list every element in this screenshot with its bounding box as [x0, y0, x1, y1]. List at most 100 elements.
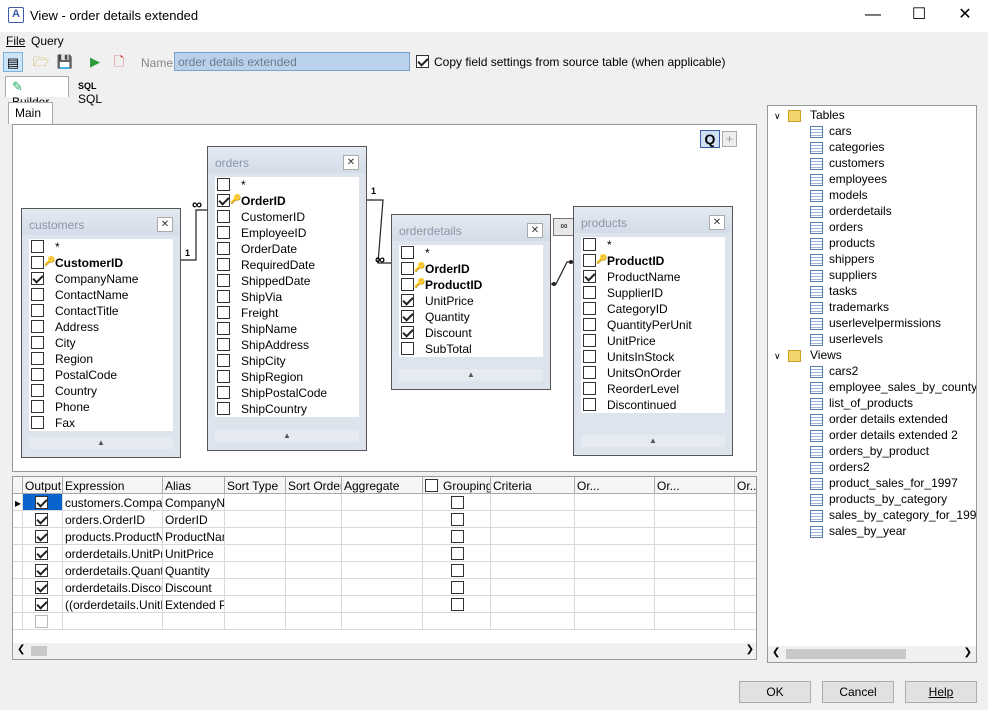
column-header[interactable]: Criteria: [491, 477, 575, 494]
grid-cell[interactable]: [423, 613, 491, 630]
grid-cell[interactable]: [23, 545, 63, 562]
field-row[interactable]: CompanyName: [29, 271, 173, 287]
field-checkbox[interactable]: [401, 326, 414, 339]
scroll-left-icon[interactable]: ❮: [772, 647, 780, 658]
row-selector[interactable]: [13, 511, 23, 528]
field-checkbox[interactable]: [31, 240, 44, 253]
output-checkbox[interactable]: [35, 581, 48, 594]
field-row[interactable]: Discontinued: [581, 397, 725, 413]
scroll-left-icon[interactable]: ❮: [17, 644, 25, 655]
cancel-button[interactable]: Cancel: [822, 681, 894, 703]
grid-cell[interactable]: [286, 596, 342, 613]
tree-table-item[interactable]: employees: [829, 172, 887, 188]
grid-cell[interactable]: [655, 579, 735, 596]
grid-cell[interactable]: [575, 528, 655, 545]
field-row[interactable]: UnitPrice: [581, 333, 725, 349]
grid-cell[interactable]: [491, 613, 575, 630]
field-checkbox[interactable]: [217, 402, 230, 415]
field-checkbox[interactable]: [583, 366, 596, 379]
field-checkbox[interactable]: [583, 238, 596, 251]
grid-cell[interactable]: [225, 596, 286, 613]
tree-view-item[interactable]: products_by_category: [829, 492, 947, 508]
column-header[interactable]: Sort Type: [225, 477, 286, 494]
grid-cell[interactable]: [163, 613, 225, 630]
grid-cell[interactable]: [491, 562, 575, 579]
horizontal-scrollbar[interactable]: ❮ ❯: [13, 643, 756, 659]
field-checkbox[interactable]: [31, 368, 44, 381]
scroll-up-icon[interactable]: ▲: [399, 369, 543, 381]
field-row[interactable]: ContactName: [29, 287, 173, 303]
tree-view-item[interactable]: employee_sales_by_county_for: [829, 380, 976, 396]
grid-cell[interactable]: [735, 494, 756, 511]
grid-cell[interactable]: [342, 511, 423, 528]
field-row[interactable]: 🔑 ProductID: [399, 277, 543, 293]
table-orders[interactable]: orders ✕ * 🔑 OrderID CustomerID EmployeeID Ord…: [207, 146, 367, 451]
grid-cell[interactable]: [423, 511, 491, 528]
field-checkbox[interactable]: [31, 384, 44, 397]
grid-cell[interactable]: [735, 562, 756, 579]
tree-view-item[interactable]: orders_by_product: [829, 444, 929, 460]
column-header[interactable]: Alias: [163, 477, 225, 494]
grid-cell[interactable]: [423, 528, 491, 545]
field-checkbox[interactable]: [583, 302, 596, 315]
help-button[interactable]: Help: [905, 681, 977, 703]
grid-cell[interactable]: [286, 494, 342, 511]
grid-cell[interactable]: [735, 528, 756, 545]
grouping-checkbox[interactable]: [451, 581, 464, 594]
grid-cell[interactable]: [575, 613, 655, 630]
grid-cell[interactable]: ((orderdetails.UnitPrice: [63, 596, 163, 613]
field-checkbox[interactable]: [217, 338, 230, 351]
column-header[interactable]: Grouping: [423, 477, 491, 494]
field-row[interactable]: CustomerID: [215, 209, 359, 225]
tree-table-item[interactable]: userlevelpermissions: [829, 316, 941, 332]
field-checkbox[interactable]: [583, 398, 596, 411]
grid-cell[interactable]: [225, 613, 286, 630]
close-icon[interactable]: ✕: [343, 155, 359, 170]
grid-cell[interactable]: [423, 596, 491, 613]
tree-view-item[interactable]: order details extended: [829, 412, 948, 428]
grid-cell[interactable]: [735, 613, 756, 630]
output-checkbox[interactable]: [35, 547, 48, 560]
field-row[interactable]: 🔑 OrderID: [215, 193, 359, 209]
field-row[interactable]: RequiredDate: [215, 257, 359, 273]
object-tree[interactable]: ∨ Tables cars categories customers employees m…: [767, 105, 977, 663]
grouping-checkbox[interactable]: [451, 496, 464, 509]
field-checkbox[interactable]: [217, 290, 230, 303]
scroll-up-icon[interactable]: ▲: [29, 437, 173, 449]
tree-view-item[interactable]: orders2: [829, 460, 870, 476]
field-row[interactable]: 🔑 CustomerID: [29, 255, 173, 271]
grid-cell[interactable]: [23, 528, 63, 545]
field-checkbox[interactable]: [583, 350, 596, 363]
field-checkbox[interactable]: [401, 310, 414, 323]
field-row[interactable]: Fax: [29, 415, 173, 431]
grid-cell[interactable]: [575, 562, 655, 579]
field-checkbox[interactable]: [583, 270, 596, 283]
field-checkbox[interactable]: [401, 342, 414, 355]
field-checkbox[interactable]: [217, 242, 230, 255]
output-checkbox[interactable]: [35, 564, 48, 577]
scroll-thumb[interactable]: [31, 646, 47, 656]
field-checkbox[interactable]: [401, 246, 414, 259]
field-checkbox[interactable]: [217, 354, 230, 367]
grid-cell[interactable]: [575, 511, 655, 528]
field-row[interactable]: ShipAddress: [215, 337, 359, 353]
grid-cell[interactable]: [286, 545, 342, 562]
output-checkbox[interactable]: [35, 598, 48, 611]
tree-table-item[interactable]: suppliers: [829, 268, 877, 284]
field-checkbox[interactable]: [401, 278, 414, 291]
grid-cell[interactable]: [655, 545, 735, 562]
grid-cell[interactable]: [491, 494, 575, 511]
grid-cell[interactable]: [491, 596, 575, 613]
grid-cell[interactable]: [735, 545, 756, 562]
column-header[interactable]: Or...: [735, 477, 756, 494]
grouping-checkbox[interactable]: [451, 564, 464, 577]
collapse-icon[interactable]: ∨: [774, 111, 781, 121]
field-row[interactable]: ShipPostalCode: [215, 385, 359, 401]
field-row[interactable]: ShippedDate: [215, 273, 359, 289]
grid-cell[interactable]: OrderID: [163, 511, 225, 528]
grid-cell[interactable]: [655, 494, 735, 511]
grid-cell[interactable]: [23, 613, 63, 630]
grouping-checkbox[interactable]: [451, 513, 464, 526]
grid-cell[interactable]: [225, 528, 286, 545]
field-checkbox[interactable]: [401, 294, 414, 307]
